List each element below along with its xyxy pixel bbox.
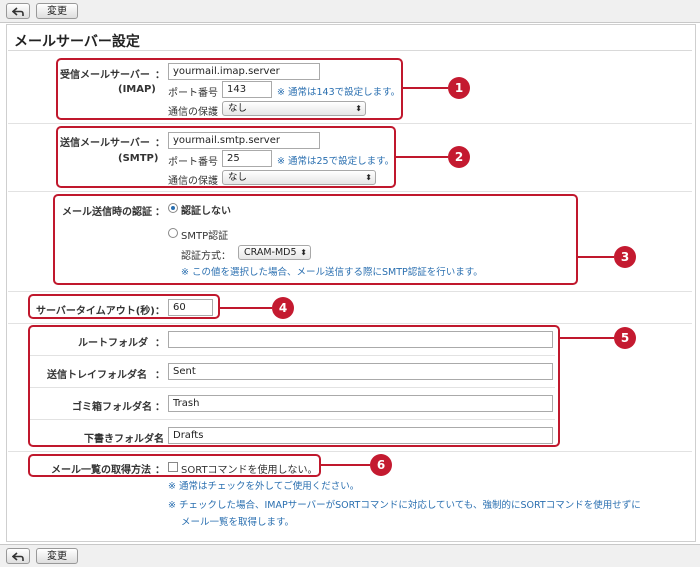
callout-5: 5 bbox=[614, 327, 636, 349]
back-button[interactable] bbox=[6, 3, 30, 19]
title-divider bbox=[8, 50, 692, 51]
callout-line-4 bbox=[220, 307, 272, 309]
listing-note-1: ※ 通常はチェックを外してご使用ください。 bbox=[168, 481, 360, 492]
divider bbox=[8, 123, 692, 124]
callout-1: 1 bbox=[448, 77, 470, 99]
divider bbox=[8, 323, 692, 324]
callout-line-6 bbox=[321, 464, 370, 466]
highlight-box-3 bbox=[53, 194, 578, 285]
callout-4: 4 bbox=[272, 297, 294, 319]
highlight-box-1 bbox=[56, 58, 403, 120]
highlight-box-2 bbox=[56, 126, 396, 188]
divider bbox=[8, 291, 692, 292]
callout-6: 6 bbox=[370, 454, 392, 476]
top-toolbar: 変更 bbox=[0, 0, 700, 23]
back-button[interactable] bbox=[6, 548, 30, 564]
back-arrow-icon bbox=[11, 552, 24, 561]
change-button[interactable]: 変更 bbox=[36, 3, 78, 19]
listing-note-3: メール一覧を取得します。 bbox=[181, 517, 295, 528]
divider bbox=[8, 451, 692, 452]
callout-line-3 bbox=[578, 256, 614, 258]
callout-3: 3 bbox=[614, 246, 636, 268]
change-button[interactable]: 変更 bbox=[36, 548, 78, 564]
callout-line-1 bbox=[403, 87, 448, 89]
divider bbox=[8, 191, 692, 192]
callout-line-2 bbox=[396, 156, 448, 158]
page-title: メールサーバー設定 bbox=[14, 34, 140, 50]
callout-2: 2 bbox=[448, 146, 470, 168]
bottom-toolbar: 変更 bbox=[0, 544, 700, 567]
highlight-box-4 bbox=[28, 294, 220, 319]
highlight-box-5 bbox=[28, 325, 560, 447]
callout-line-5 bbox=[560, 337, 614, 339]
back-arrow-icon bbox=[11, 7, 24, 16]
highlight-box-6 bbox=[28, 454, 321, 477]
listing-note-2: ※ チェックした場合、IMAPサーバーがSORTコマンドに対応していても、強制的… bbox=[168, 500, 641, 511]
